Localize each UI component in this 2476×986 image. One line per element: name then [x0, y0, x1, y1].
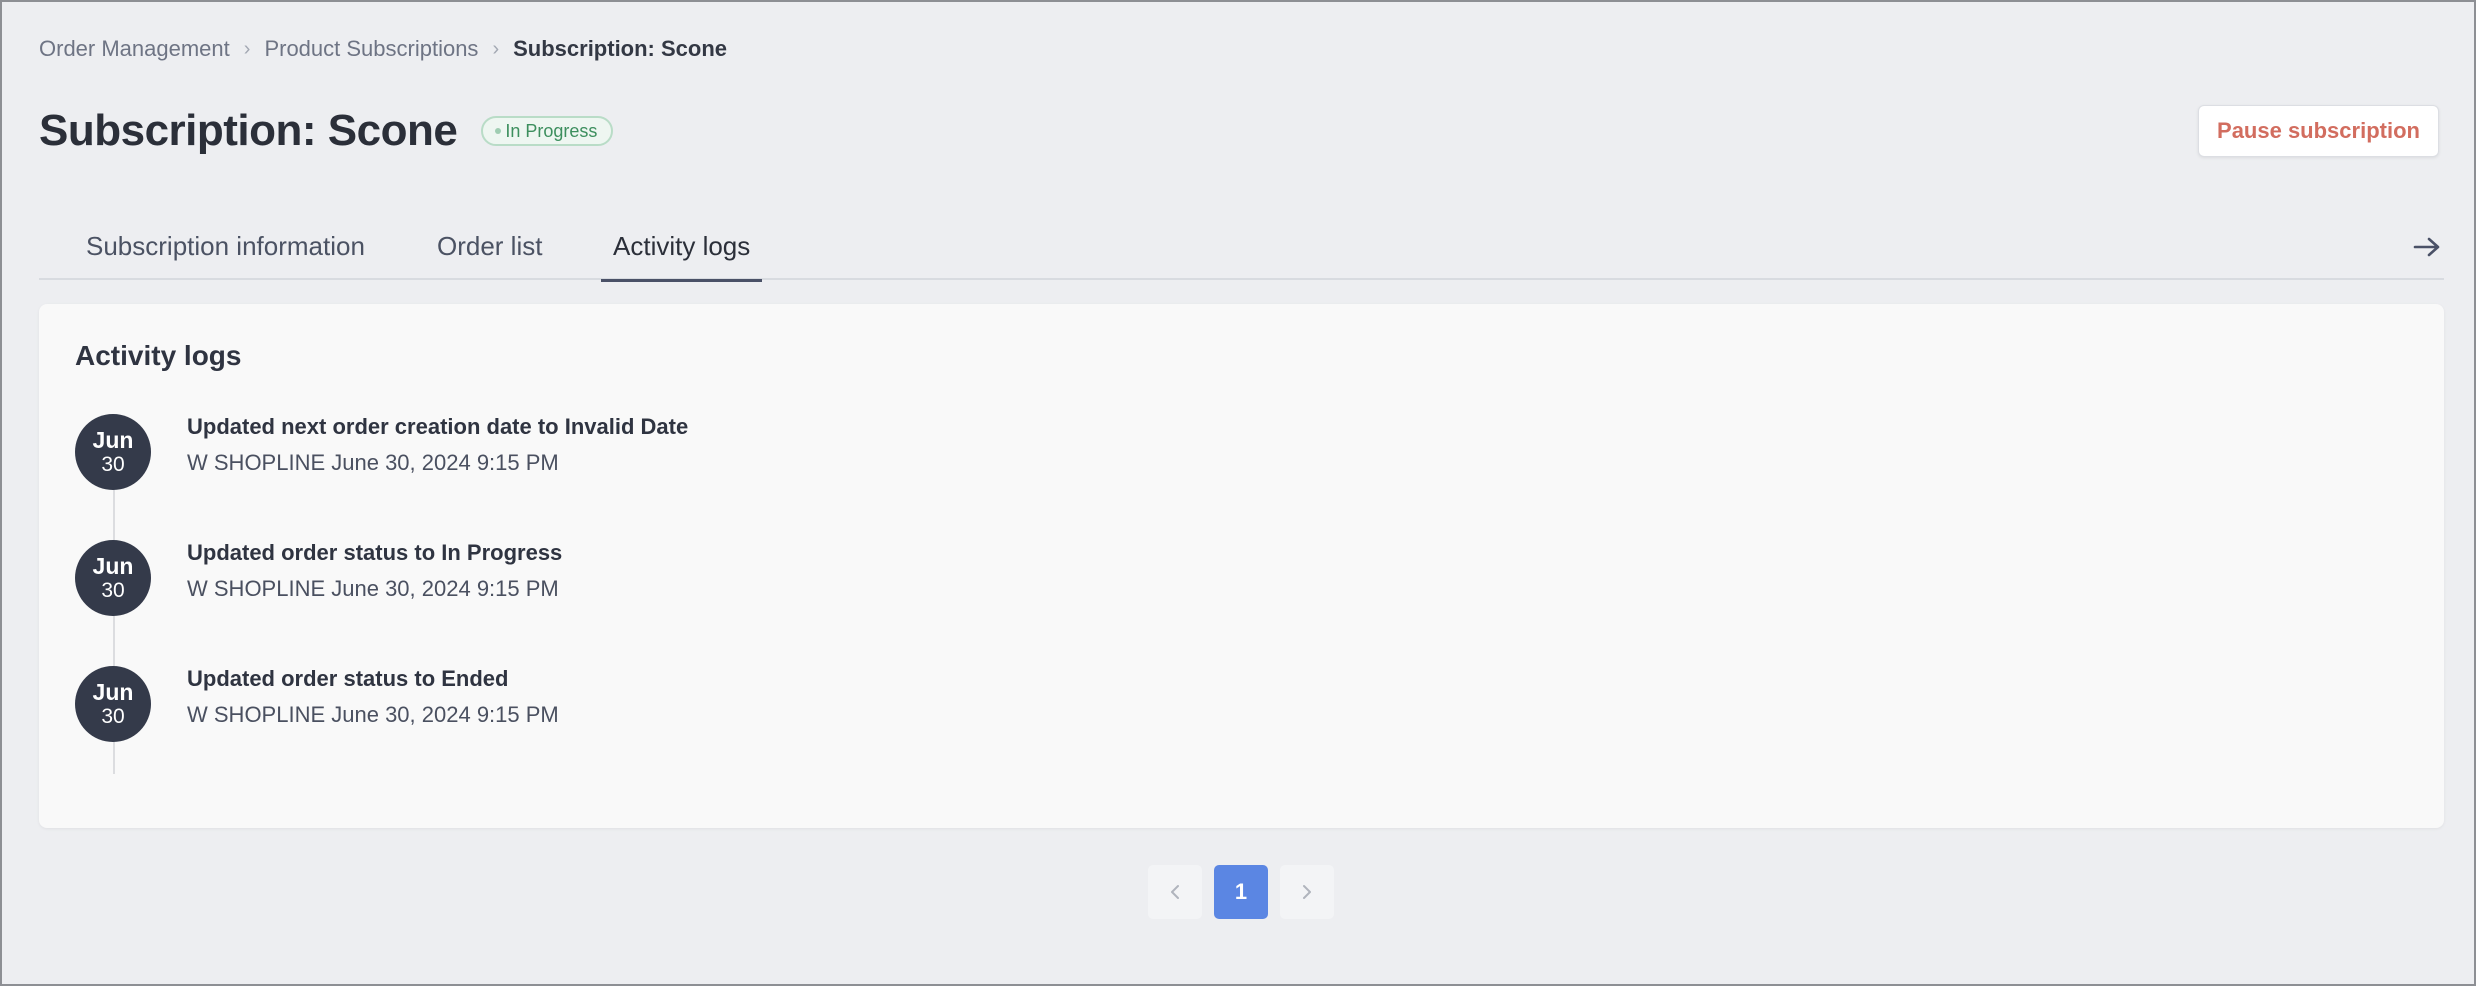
log-meta: W SHOPLINE June 30, 2024 9:15 PM	[187, 702, 559, 727]
next-page-button[interactable]	[1280, 865, 1334, 919]
activity-log-item: Jun 30 Updated order status to Ended W S…	[75, 666, 1275, 742]
tab-order-list[interactable]: Order list	[437, 212, 542, 280]
tab-bar: Subscription information Order list Acti…	[39, 212, 2444, 282]
status-dot-icon	[495, 128, 502, 134]
breadcrumb-current: Subscription: Scone	[513, 36, 728, 61]
chevron-left-icon	[1171, 885, 1179, 899]
page-title: Subscription: Scone	[39, 106, 458, 155]
date-day: 30	[101, 579, 125, 603]
pause-subscription-button[interactable]: Pause subscription	[2198, 105, 2439, 157]
breadcrumb-item-product-subscriptions[interactable]: Product Subscriptions	[264, 36, 478, 62]
status-badge: In Progress	[481, 116, 614, 146]
date-day: 30	[101, 705, 125, 729]
log-title: Updated next order creation date to Inva…	[187, 414, 689, 439]
date-bubble: Jun 30	[75, 666, 151, 742]
log-meta: W SHOPLINE June 30, 2024 9:15 PM	[187, 576, 559, 601]
chevron-right-icon	[1303, 885, 1311, 899]
date-month: Jun	[92, 678, 134, 705]
title-row: Subscription: Scone In Progress	[39, 106, 614, 156]
date-bubble: Jun 30	[75, 414, 151, 490]
log-title: Updated order status to Ended	[187, 666, 509, 691]
tab-activity-logs[interactable]: Activity logs	[600, 212, 763, 282]
previous-page-button[interactable]	[1148, 865, 1202, 919]
activity-log-item: Jun 30 Updated next order creation date …	[75, 414, 1275, 490]
date-month: Jun	[92, 552, 134, 579]
activity-logs-heading: Activity logs	[75, 340, 242, 371]
log-title: Updated order status to In Progress	[187, 540, 563, 565]
breadcrumb-separator: ›	[492, 37, 500, 60]
breadcrumb-separator: ›	[243, 37, 251, 60]
activity-log-item: Jun 30 Updated order status to In Progre…	[75, 540, 1275, 616]
breadcrumb: Order Management › Product Subscriptions…	[39, 36, 727, 62]
app-frame: Order Management › Product Subscriptions…	[0, 0, 2476, 986]
pagination: 1	[1148, 865, 1334, 919]
date-bubble: Jun 30	[75, 540, 151, 616]
tab-subscription-information[interactable]: Subscription information	[86, 212, 365, 280]
date-day: 30	[101, 453, 125, 477]
status-badge-label: In Progress	[505, 120, 598, 141]
arrow-right-icon[interactable]	[2410, 230, 2444, 264]
log-meta: W SHOPLINE June 30, 2024 9:15 PM	[187, 450, 559, 475]
page-number-button[interactable]: 1	[1214, 865, 1268, 919]
activity-logs-card: Activity logs Jun 30 Updated next order …	[39, 304, 2444, 828]
date-month: Jun	[92, 426, 134, 453]
breadcrumb-item-order-management[interactable]: Order Management	[39, 36, 230, 62]
